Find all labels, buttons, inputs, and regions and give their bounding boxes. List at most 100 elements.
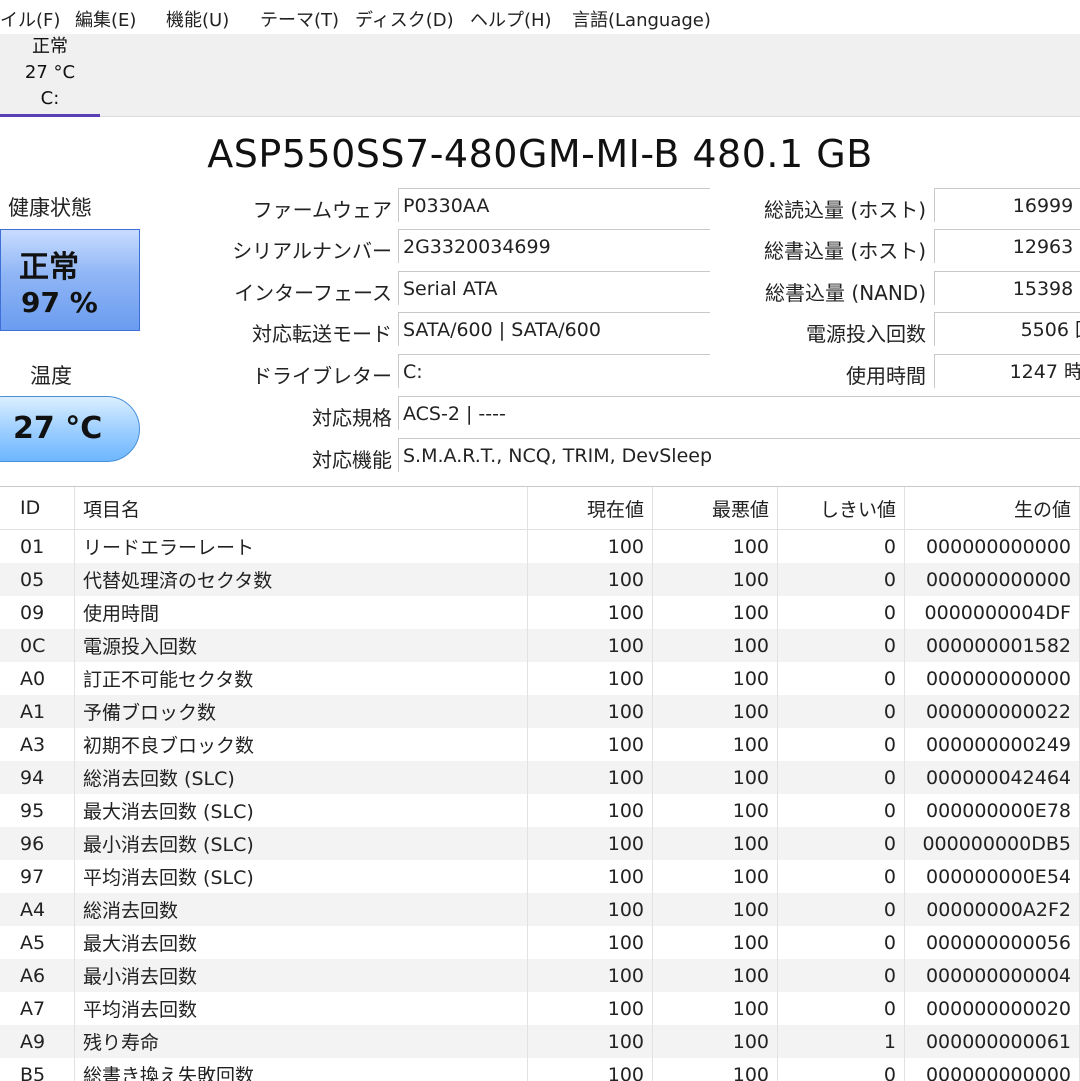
smart-cell-worst: 100	[653, 530, 778, 564]
smart-table-row[interactable]: 05代替処理済のセクタ数1001000000000000000	[0, 563, 1080, 596]
smart-cell-threshold: 0	[778, 728, 905, 761]
smart-table-row[interactable]: B5総書き換え失敗回数1001000000000000000	[0, 1058, 1080, 1081]
standard-value: ACS-2 | ----	[398, 396, 1080, 430]
smart-cell-id: 96	[0, 827, 75, 860]
disk-tab-status: 正常	[0, 34, 100, 60]
drive-model-title: ASP550SS7-480GM-MI-B 480.1 GB	[0, 132, 1080, 176]
col-header-current[interactable]: 現在値	[528, 487, 653, 530]
smart-cell-current: 100	[528, 794, 653, 827]
smart-cell-current: 100	[528, 530, 653, 564]
drive-letter-value: C:	[398, 354, 710, 388]
col-header-worst[interactable]: 最悪値	[653, 487, 778, 530]
transfer-mode-value: SATA/600 | SATA/600	[398, 312, 710, 346]
smart-cell-threshold: 0	[778, 1058, 905, 1081]
smart-table-body: 01リードエラーレート100100000000000000005代替処理済のセク…	[0, 530, 1080, 1081]
smart-table-row[interactable]: A6最小消去回数1001000000000000004	[0, 959, 1080, 992]
smart-cell-current: 100	[528, 893, 653, 926]
smart-cell-raw: 000000000249	[905, 728, 1080, 761]
standard-label: 対応規格	[312, 402, 392, 431]
smart-cell-threshold: 0	[778, 860, 905, 893]
temperature-button[interactable]: 27 °C	[0, 396, 140, 462]
menu-edit[interactable]: 編集(E)	[75, 6, 136, 32]
smart-cell-current: 100	[528, 1025, 653, 1058]
menu-help[interactable]: ヘルプ(H)	[470, 6, 552, 32]
smart-table-row[interactable]: A5最大消去回数1001000000000000056	[0, 926, 1080, 959]
host-reads-value: 16999 G	[934, 188, 1080, 222]
smart-cell-current: 100	[528, 959, 653, 992]
menu-function[interactable]: 機能(U)	[166, 6, 229, 32]
smart-table-row[interactable]: A9残り寿命1001001000000000061	[0, 1025, 1080, 1058]
smart-table-row[interactable]: 96最小消去回数 (SLC)1001000000000000DB5	[0, 827, 1080, 860]
smart-cell-id: 97	[0, 860, 75, 893]
smart-table-row[interactable]: A7平均消去回数1001000000000000020	[0, 992, 1080, 1025]
transfer-mode-label: 対応転送モード	[252, 318, 392, 347]
smart-cell-threshold: 0	[778, 596, 905, 629]
smart-cell-worst: 100	[653, 1058, 778, 1081]
smart-cell-id: A9	[0, 1025, 75, 1058]
smart-cell-raw: 000000000022	[905, 695, 1080, 728]
smart-table-row[interactable]: A1予備ブロック数1001000000000000022	[0, 695, 1080, 728]
disk-tab-temp: 27 °C	[0, 60, 100, 86]
host-writes-value: 12963 G	[934, 229, 1080, 263]
menu-bar: イル(F) 編集(E) 機能(U) テーマ(T) ディスク(D) ヘルプ(H) …	[0, 0, 1080, 34]
smart-cell-name: 総書き換え失敗回数	[75, 1058, 528, 1081]
disk-tab-c[interactable]: 正常 27 °C C:	[0, 34, 100, 116]
smart-cell-worst: 100	[653, 596, 778, 629]
firmware-label: ファームウェア	[253, 194, 392, 223]
smart-table-row[interactable]: A3初期不良ブロック数1001000000000000249	[0, 728, 1080, 761]
serial-value: 2G3320034699	[398, 229, 710, 263]
smart-cell-current: 100	[528, 695, 653, 728]
col-header-raw[interactable]: 生の値	[905, 487, 1080, 530]
disk-tab-selected-indicator	[0, 114, 100, 117]
smart-table-row[interactable]: 0C電源投入回数1001000000000001582	[0, 629, 1080, 662]
host-reads-label: 総読込量 (ホスト)	[764, 194, 926, 223]
health-label: 健康状態	[8, 192, 92, 222]
menu-file[interactable]: イル(F)	[0, 6, 60, 32]
smart-table-row[interactable]: A4総消去回数100100000000000A2F2	[0, 893, 1080, 926]
smart-cell-current: 100	[528, 629, 653, 662]
smart-cell-name: 電源投入回数	[75, 629, 528, 662]
smart-cell-name: 総消去回数 (SLC)	[75, 761, 528, 794]
smart-table-row[interactable]: 01リードエラーレート1001000000000000000	[0, 530, 1080, 564]
menu-disk[interactable]: ディスク(D)	[355, 6, 454, 32]
smart-cell-threshold: 0	[778, 662, 905, 695]
features-label: 対応機能	[312, 444, 392, 473]
smart-cell-id: A6	[0, 959, 75, 992]
smart-cell-threshold: 0	[778, 992, 905, 1025]
firmware-value: P0330AA	[398, 188, 710, 222]
col-header-threshold[interactable]: しきい値	[778, 487, 905, 530]
nand-writes-value: 15398 G	[934, 271, 1080, 305]
smart-cell-raw: 000000000000	[905, 563, 1080, 596]
smart-cell-raw: 000000000DB5	[905, 827, 1080, 860]
smart-cell-name: 初期不良ブロック数	[75, 728, 528, 761]
smart-cell-name: 総消去回数	[75, 893, 528, 926]
col-header-id[interactable]: ID	[0, 487, 75, 530]
col-header-name[interactable]: 項目名	[75, 487, 528, 530]
power-on-hours-value: 1247 時間	[934, 354, 1080, 388]
power-on-count-value: 5506 回	[934, 312, 1080, 346]
health-status-button[interactable]: 正常 97 %	[0, 229, 140, 331]
smart-cell-id: A7	[0, 992, 75, 1025]
smart-table-container[interactable]: ID 項目名 現在値 最悪値 しきい値 生の値 01リードエラーレート10010…	[0, 486, 1080, 1081]
disk-tab-letter: C:	[0, 86, 100, 112]
smart-cell-raw: 000000000004	[905, 959, 1080, 992]
smart-table-row[interactable]: 95最大消去回数 (SLC)1001000000000000E78	[0, 794, 1080, 827]
smart-table-row[interactable]: A0訂正不可能セクタ数1001000000000000000	[0, 662, 1080, 695]
smart-cell-raw: 00000000A2F2	[905, 893, 1080, 926]
smart-table: ID 項目名 現在値 最悪値 しきい値 生の値 01リードエラーレート10010…	[0, 487, 1080, 1081]
smart-cell-id: A0	[0, 662, 75, 695]
smart-cell-raw: 000000000000	[905, 530, 1080, 564]
smart-cell-raw: 000000000E78	[905, 794, 1080, 827]
smart-table-row[interactable]: 97平均消去回数 (SLC)1001000000000000E54	[0, 860, 1080, 893]
smart-cell-name: 代替処理済のセクタ数	[75, 563, 528, 596]
features-value: S.M.A.R.T., NCQ, TRIM, DevSleep	[398, 438, 1080, 472]
smart-cell-current: 100	[528, 596, 653, 629]
smart-table-row[interactable]: 94総消去回数 (SLC)1001000000000042464	[0, 761, 1080, 794]
menu-language[interactable]: 言語(Language)	[572, 6, 711, 32]
host-writes-label: 総書込量 (ホスト)	[764, 235, 926, 264]
smart-cell-name: 最小消去回数	[75, 959, 528, 992]
smart-cell-name: リードエラーレート	[75, 530, 528, 564]
menu-theme[interactable]: テーマ(T)	[260, 6, 339, 32]
smart-cell-name: 訂正不可能セクタ数	[75, 662, 528, 695]
smart-table-row[interactable]: 09使用時間10010000000000004DF	[0, 596, 1080, 629]
